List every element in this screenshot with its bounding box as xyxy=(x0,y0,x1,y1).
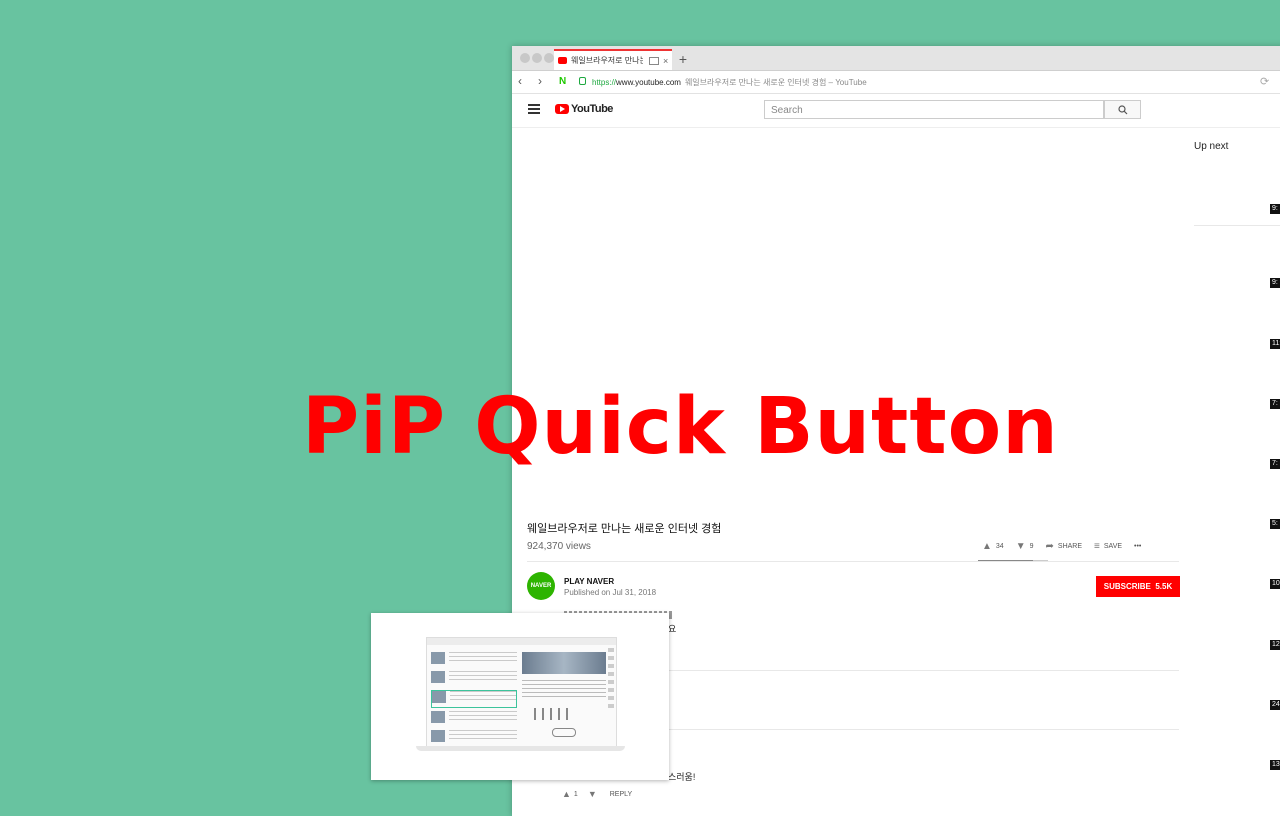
laptop-base xyxy=(416,746,625,751)
publish-date: Published on Jul 31, 2018 xyxy=(564,588,657,597)
naver-icon[interactable]: N xyxy=(559,76,569,87)
thumbs-down-icon[interactable]: ▼ xyxy=(1016,541,1026,552)
youtube-header: YouTube Search xyxy=(512,93,1280,128)
duration-badge: 7: xyxy=(1270,399,1280,409)
more-button[interactable]: ••• xyxy=(1134,543,1141,550)
duration-badge: 24: xyxy=(1270,700,1280,710)
youtube-logo[interactable]: YouTube xyxy=(555,103,613,115)
view-count: 924,370 views xyxy=(527,541,591,552)
youtube-play-icon xyxy=(555,104,569,114)
duration-badge: 12: xyxy=(1270,640,1280,650)
video-title: 웨일브라우저로 만나는 새로운 인터넷 경험 xyxy=(527,523,722,535)
duration-badge: 13: xyxy=(1270,760,1280,770)
pip-video-window[interactable] xyxy=(371,613,669,780)
save-button[interactable]: SAVE xyxy=(1104,543,1122,550)
youtube-logo-text: YouTube xyxy=(571,103,613,115)
forward-button[interactable]: › xyxy=(538,75,542,87)
url-scheme: https:// xyxy=(592,78,617,87)
description-end: 요 xyxy=(668,624,677,634)
tab-bar: 웨일브라우저로 만나는 새로 × + xyxy=(512,46,1280,71)
search-input[interactable]: Search xyxy=(764,100,1104,119)
duration-badge: 5: xyxy=(1270,519,1280,529)
reply-button[interactable]: REPLY xyxy=(610,791,632,798)
thumbs-up-icon[interactable]: ▲ xyxy=(562,789,571,799)
laptop-illustration xyxy=(426,637,617,748)
like-count: 34 xyxy=(995,543,1004,550)
menu-icon[interactable] xyxy=(528,104,540,116)
search-button[interactable] xyxy=(1104,100,1141,119)
comment-actions: ▲ 1 ▼ REPLY xyxy=(562,789,632,799)
pip-icon[interactable] xyxy=(649,56,659,65)
window-zoom-dot[interactable] xyxy=(544,53,554,63)
reload-button[interactable]: ⟳ xyxy=(1260,75,1269,88)
youtube-favicon-icon xyxy=(558,57,567,64)
comment-like-count: 1 xyxy=(573,790,578,798)
new-tab-button[interactable]: + xyxy=(674,50,692,68)
channel-avatar[interactable]: NAVER xyxy=(527,572,555,600)
thumbs-up-icon[interactable]: ▲ xyxy=(982,541,992,552)
address-bar: ‹ › N https://www.youtube.com 웨일브라우저로 만나는… xyxy=(512,71,1280,94)
playlist-add-icon[interactable]: ≡ xyxy=(1094,541,1100,552)
divider xyxy=(1194,225,1280,226)
duration-badge: 9: xyxy=(1270,204,1280,214)
up-next-heading: Up next xyxy=(1194,141,1229,152)
tab-title: 웨일브라우저로 만나는 새로 xyxy=(571,56,643,65)
share-button[interactable]: SHARE xyxy=(1058,543,1082,550)
url-host: www.youtube.com xyxy=(616,78,681,87)
duration-badge: 10: xyxy=(1270,579,1280,589)
window-minimize-dot[interactable] xyxy=(532,53,542,63)
url-page-title: 웨일브라우저로 만나는 새로운 인터넷 경험 – YouTube xyxy=(684,78,867,87)
overlay-title: PiP Quick Button xyxy=(302,382,1059,472)
search-icon xyxy=(1117,105,1127,115)
duration-badge: 11: xyxy=(1270,339,1280,349)
subscriber-count: 5.5K xyxy=(1155,582,1173,591)
back-button[interactable]: ‹ xyxy=(518,75,522,87)
channel-name[interactable]: PLAY NAVER xyxy=(564,577,614,586)
thumbs-down-icon[interactable]: ▼ xyxy=(588,789,597,799)
duration-badge: 9: xyxy=(1270,278,1280,288)
share-icon[interactable]: ➦ xyxy=(1046,541,1054,552)
url-field[interactable]: https://www.youtube.com 웨일브라우저로 만나는 새로운 인… xyxy=(592,77,867,88)
subscribe-button[interactable]: SUBSCRIBE 5.5K xyxy=(1096,576,1180,597)
dislike-count: 9 xyxy=(1029,543,1034,550)
tab-youtube[interactable]: 웨일브라우저로 만나는 새로 × xyxy=(554,49,672,70)
subscribe-label: SUBSCRIBE xyxy=(1103,582,1151,591)
video-actions: ▲ 34 ▼ 9 ➦ SHARE ≡ SAVE ••• xyxy=(982,541,1141,552)
window-close-dot[interactable] xyxy=(520,53,530,63)
comment-text: 스러움! xyxy=(668,772,696,782)
tab-close-icon[interactable]: × xyxy=(663,56,668,66)
lock-icon xyxy=(579,77,586,85)
divider xyxy=(527,561,1179,562)
duration-badge: 7: xyxy=(1270,459,1280,469)
